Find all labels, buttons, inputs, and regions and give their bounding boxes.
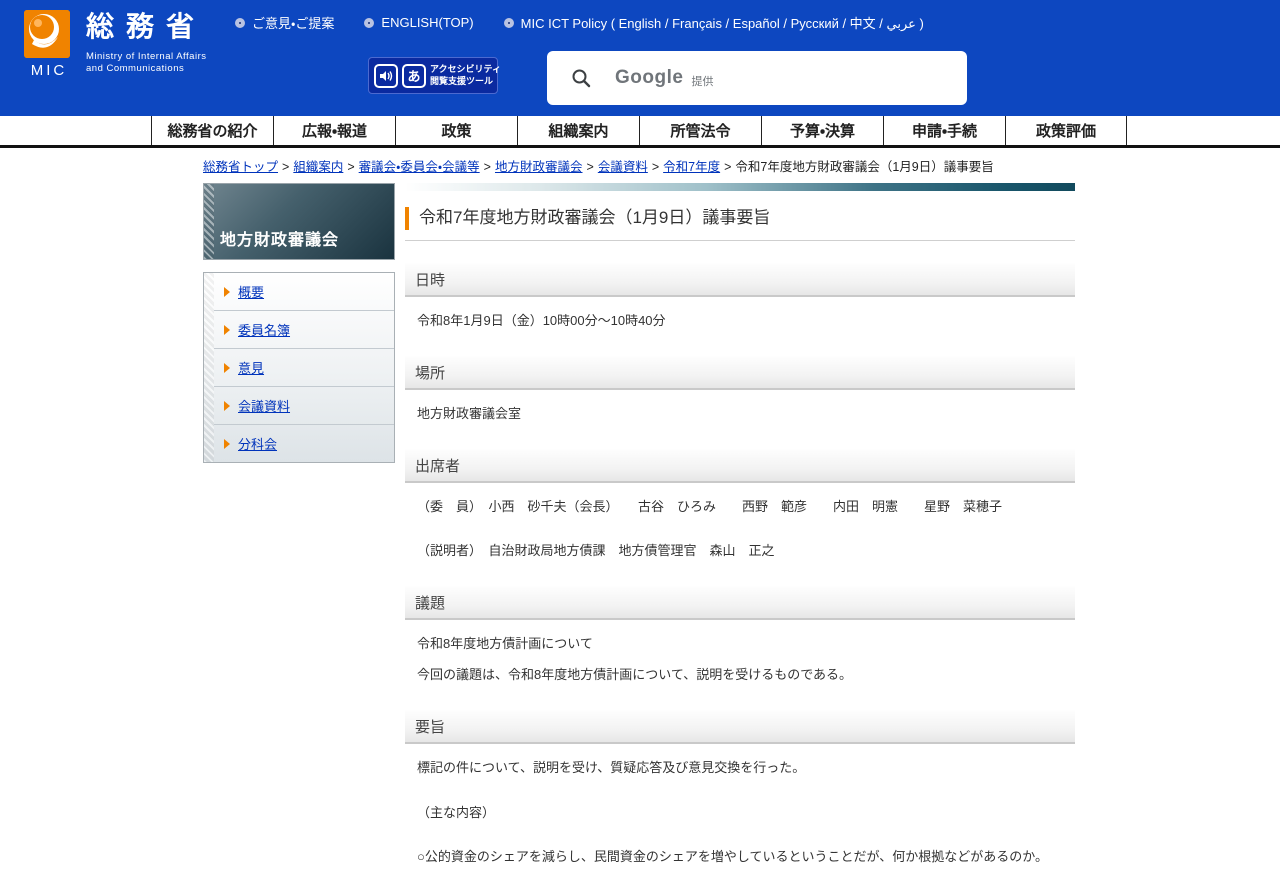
global-nav: 総務省の紹介 広報・報道 政策 組織案内 所管法令 予算・決算 申請・手続 政策… <box>0 116 1280 148</box>
summary-main-contents-label: （主な内容） <box>417 804 496 820</box>
section-heading-agenda: 議題 <box>405 586 1075 621</box>
ict-policy-link[interactable]: MIC ICT Policy ( English / Français / Es… <box>503 13 924 32</box>
breadcrumb-link-materials[interactable]: 会議資料 <box>598 160 648 174</box>
nav-item-policy[interactable]: 政策 <box>395 116 517 145</box>
agenda-description: 今回の議題は、令和8年度地方債計画について、説明を受けるものである。 <box>417 666 853 682</box>
site-header: MIC 総務省 Ministry of Internal Affairs and… <box>0 0 1280 116</box>
nav-item-procedures[interactable]: 申請・手続 <box>883 116 1005 145</box>
mic-logo-icon <box>24 10 70 58</box>
circle-bullet-icon <box>235 17 245 28</box>
place-text: 地方財政審議会室 <box>417 405 522 421</box>
page-title: 令和7年度地方財政審議会（1月9日）議事要旨 <box>405 207 1075 230</box>
header-links: ご意見・ご提案 ENGLISH(TOP) MIC ICT Policy ( En… <box>235 13 924 32</box>
english-link[interactable]: ENGLISH(TOP) <box>364 15 474 30</box>
search-icon <box>571 68 591 88</box>
nav-item-laws[interactable]: 所管法令 <box>639 116 761 145</box>
breadcrumb-separator: > <box>347 160 355 174</box>
sidebar-menu: 概要 委員名簿 意見 会議資料 分科会 <box>203 272 395 463</box>
triangle-bullet-icon <box>224 438 230 449</box>
sidebar-item-materials[interactable]: 会議資料 <box>214 387 394 425</box>
nav-item-budget[interactable]: 予算・決算 <box>761 116 883 145</box>
triangle-bullet-icon <box>224 324 230 335</box>
breadcrumb-separator: > <box>483 160 491 174</box>
mic-logo-text: MIC <box>30 62 68 79</box>
breadcrumb-separator: > <box>651 160 660 174</box>
nav-item-about[interactable]: 総務省の紹介 <box>151 116 273 145</box>
breadcrumb-separator: > <box>586 160 594 174</box>
content-area: 地方財政審議会 概要 委員名簿 意見 会議資料 分科会 令和7年度地方財政審議会… <box>0 183 1280 870</box>
attendees-members: （委 員） 小西 砂千夫（会長） 古谷 ひろみ 西野 範彦 内田 明憲 星野 菜… <box>417 498 1003 514</box>
section-heading-place: 場所 <box>405 355 1075 390</box>
sidebar-item-opinions[interactable]: 意見 <box>214 349 394 387</box>
triangle-bullet-icon <box>224 362 230 373</box>
triangle-bullet-icon <box>224 286 230 297</box>
ministry-title: 総務省 <box>86 11 207 42</box>
section-heading-summary: 要旨 <box>405 709 1075 744</box>
accessibility-tool-label: アクセシビリティ 閲覧支援ツール <box>430 64 502 86</box>
sidebar-item-members[interactable]: 委員名簿 <box>214 311 394 349</box>
nav-item-evaluation[interactable]: 政策評価 <box>1005 116 1127 145</box>
page-title-block: 令和7年度地方財政審議会（1月9日）議事要旨 <box>405 207 1075 241</box>
breadcrumb-current: 令和7年度地方財政審議会（1月9日）議事要旨 <box>735 160 994 174</box>
content-top-gradient-bar <box>405 183 1075 191</box>
nav-item-press[interactable]: 広報・報道 <box>273 116 395 145</box>
sidebar-item-subcommittee[interactable]: 分科会 <box>214 425 394 462</box>
section-body-datetime: 令和8年1月9日（金）10時00分～10時40分 <box>405 297 1075 334</box>
site-search-input[interactable]: Google 提供 <box>547 51 967 105</box>
circle-bullet-icon <box>503 17 514 28</box>
accessibility-a-icon: あ <box>402 63 426 88</box>
breadcrumb-separator: > <box>282 160 290 174</box>
breadcrumb: 総務省トップ > 組織案内 > 審議会・委員会・会議等 > 地方財政審議会 > 会議資料 > 令和7… <box>0 148 1280 179</box>
section-heading-attendees: 出席者 <box>405 448 1075 483</box>
circle-bullet-icon <box>364 17 375 28</box>
summary-question: ○公的資金のシェアを減らし、民間資金のシェアを増やしているということだが、何か根… <box>417 849 1048 865</box>
sidebar-item-overview[interactable]: 概要 <box>214 273 394 311</box>
feedback-link[interactable]: ご意見・ご提案 <box>235 13 334 32</box>
ministry-subtitle: Ministry of Internal Affairs and Communi… <box>86 50 207 75</box>
breadcrumb-link-council[interactable]: 地方財政審議会 <box>495 160 583 174</box>
sidebar: 地方財政審議会 概要 委員名簿 意見 会議資料 分科会 <box>203 183 395 463</box>
section-heading-datetime: 日時 <box>405 262 1075 297</box>
section-body-place: 地方財政審議会室 <box>405 390 1075 427</box>
main-content: 令和7年度地方財政審議会（1月9日）議事要旨 日時 令和8年1月9日（金）10時… <box>405 183 1075 870</box>
agenda-title: 令和8年度地方債計画について <box>417 636 593 652</box>
nav-item-organization[interactable]: 組織案内 <box>517 116 639 145</box>
section-body-attendees: （委 員） 小西 砂千夫（会長） 古谷 ひろみ 西野 範彦 内田 明憲 星野 菜… <box>405 483 1075 565</box>
accessibility-tool-button[interactable]: あ アクセシビリティ 閲覧支援ツール <box>368 57 502 94</box>
search-provided-label: 提供 <box>691 75 714 88</box>
sidebar-title: 地方財政審議会 <box>220 232 340 249</box>
google-brand-label: Google <box>615 67 684 88</box>
speaker-icon <box>374 63 398 88</box>
breadcrumb-link-organization[interactable]: 組織案内 <box>293 160 343 174</box>
section-body-summary: 標記の件について、説明を受け、質疑応答及び意見交換を行った。 （主な内容） ○公… <box>405 744 1075 870</box>
triangle-bullet-icon <box>224 400 230 411</box>
mic-logo[interactable]: MIC 総務省 Ministry of Internal Affairs and… <box>24 10 206 79</box>
attendees-presenters: （説明者） 自治財政局地方債課 地方債管理官 森山 正之 <box>417 543 775 559</box>
sidebar-header: 地方財政審議会 <box>203 183 395 260</box>
datetime-text: 令和8年1月9日（金）10時00分～10時40分 <box>417 312 666 328</box>
section-body-agenda: 令和8年度地方債計画について 今回の議題は、令和8年度地方債計画について、説明を… <box>405 620 1075 688</box>
breadcrumb-link-home[interactable]: 総務省トップ <box>203 160 278 174</box>
breadcrumb-link-year[interactable]: 令和7年度 <box>663 160 720 174</box>
summary-intro: 標記の件について、説明を受け、質疑応答及び意見交換を行った。 <box>417 759 806 775</box>
breadcrumb-link-councils[interactable]: 審議会・委員会・会議等 <box>359 160 480 174</box>
breadcrumb-separator: > <box>724 160 732 174</box>
